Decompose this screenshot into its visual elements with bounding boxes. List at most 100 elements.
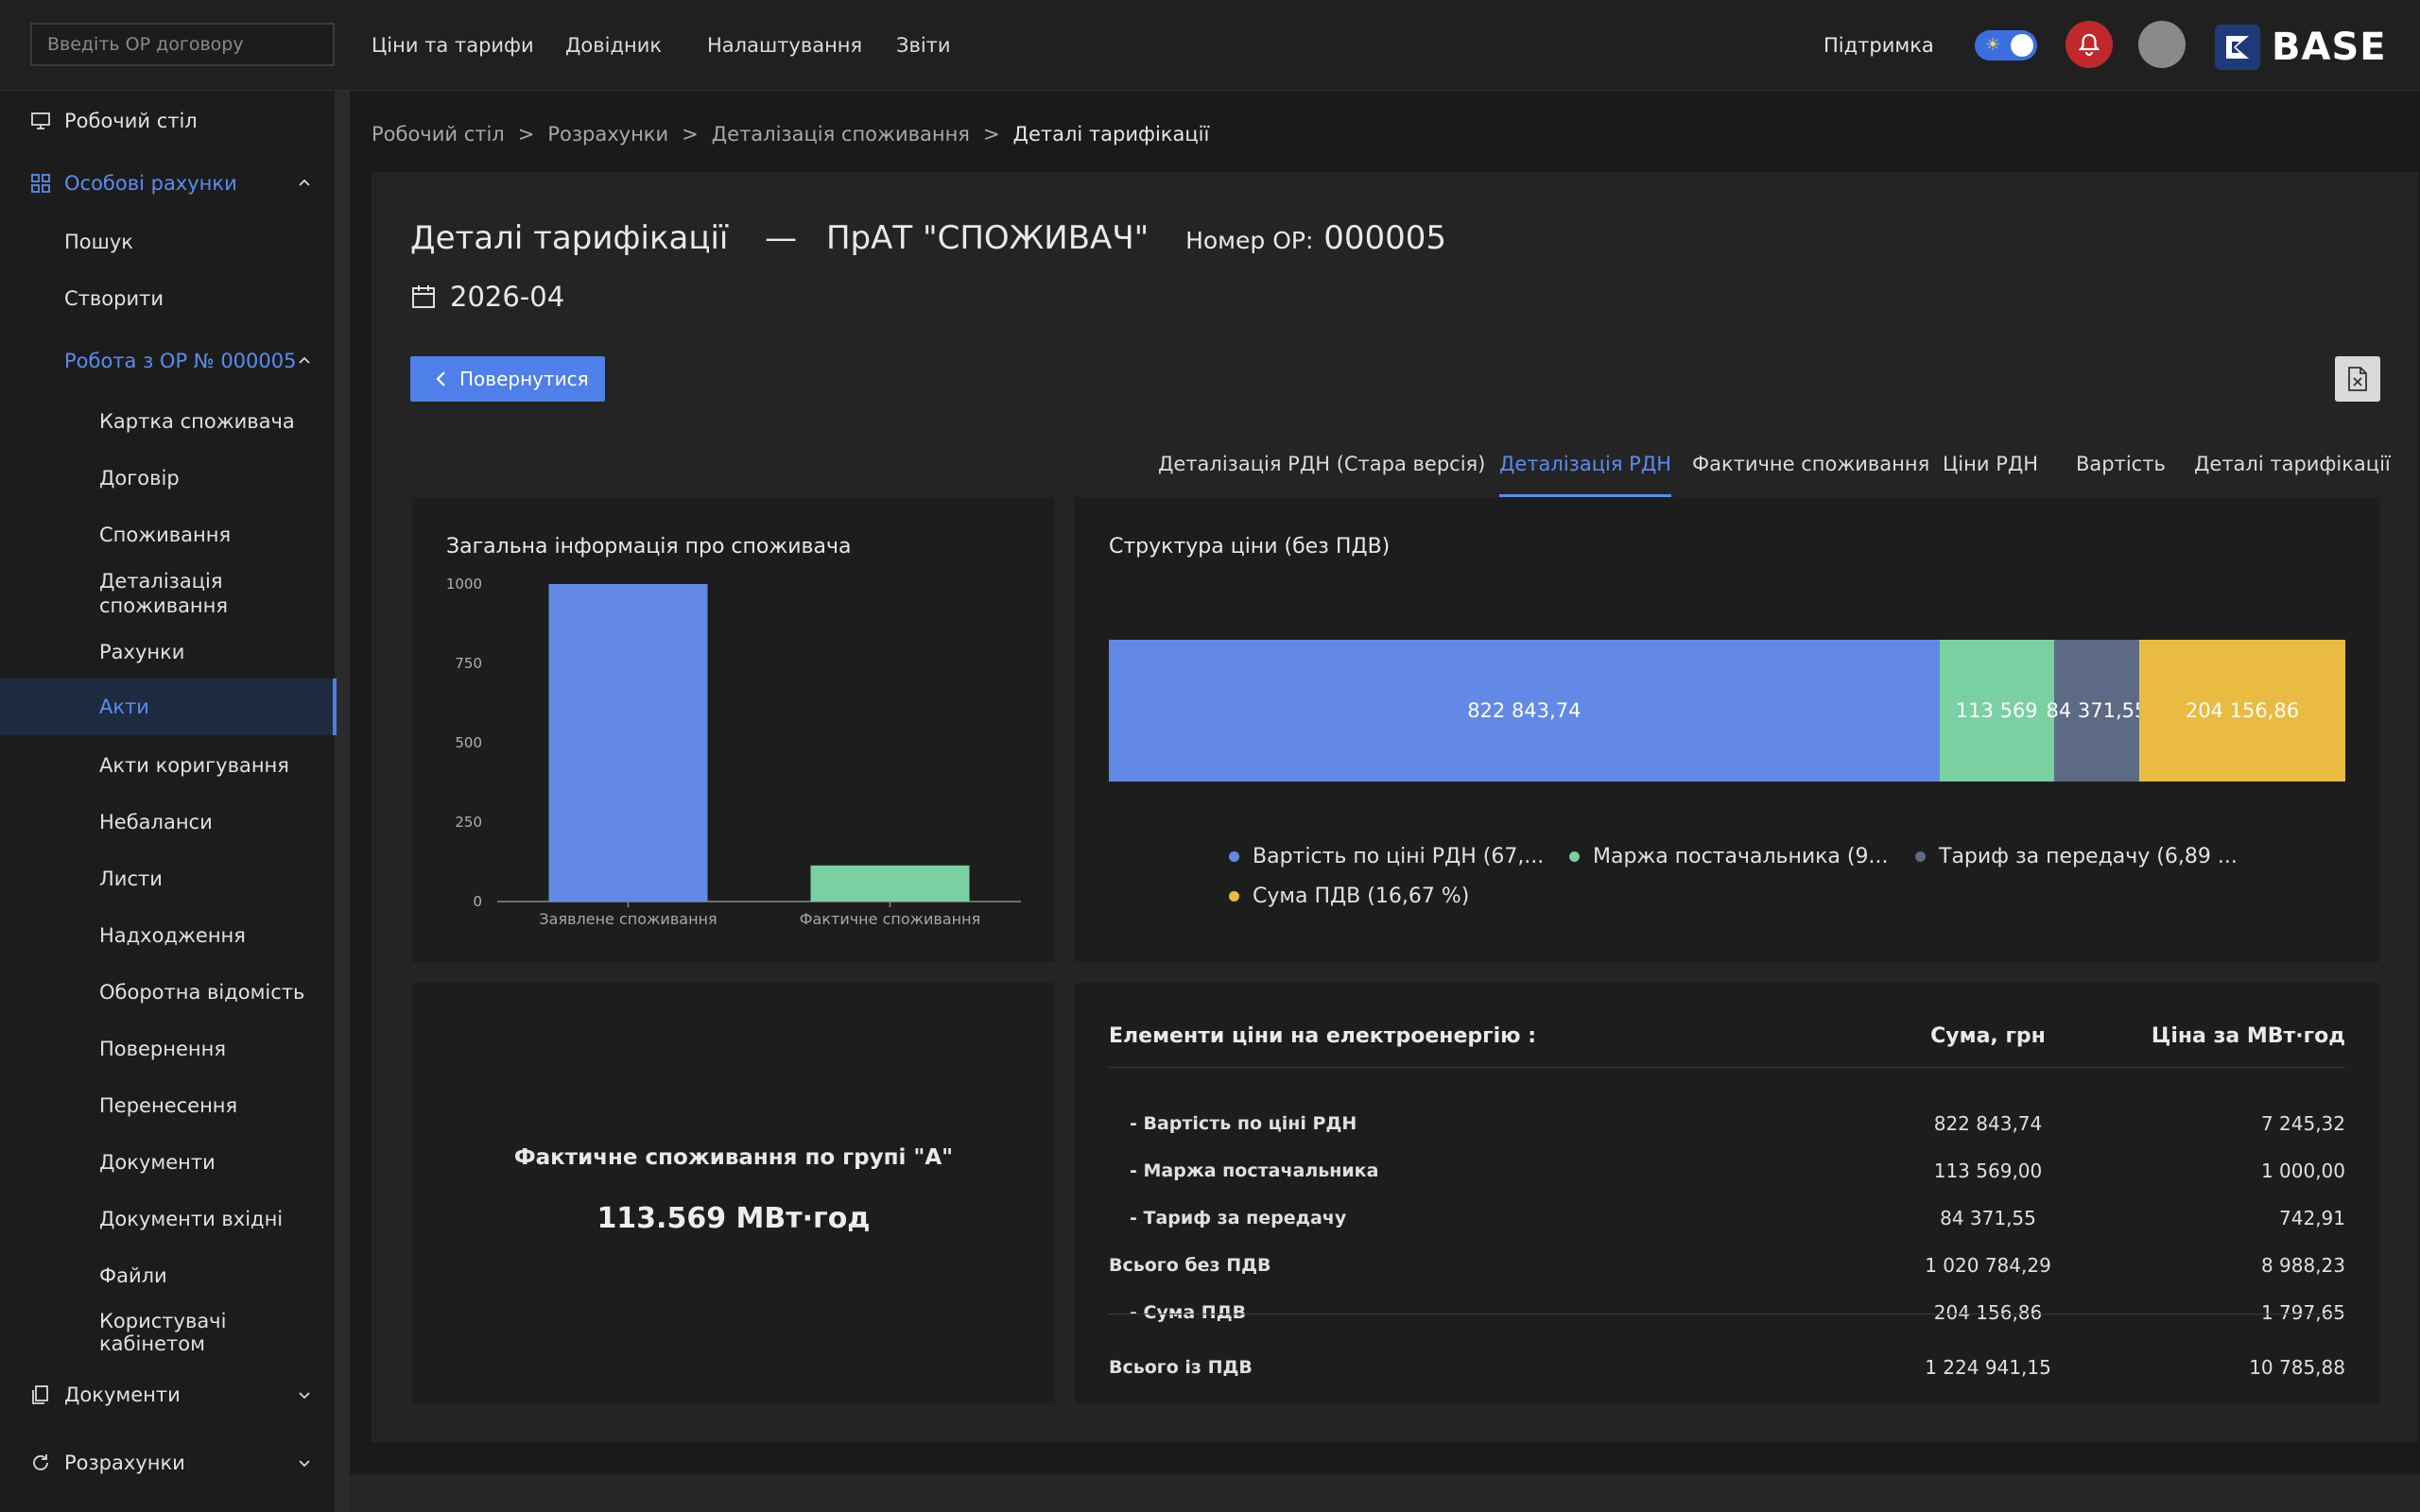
legend-item[interactable]: Тариф за передачу (6,89 ...: [1915, 843, 2238, 869]
avatar[interactable]: [2138, 21, 2186, 68]
company-name: ПрАТ "СПОЖИВАЧ": [825, 219, 1150, 257]
sidebar-item-transfers[interactable]: Перенесення: [0, 1087, 337, 1125]
notifications-button[interactable]: [2066, 21, 2113, 68]
legend-item[interactable]: Маржа постачальника (9...: [1569, 843, 1888, 869]
bell-icon: [2078, 33, 2100, 57]
header-elements: Елементи ціни на електроенергію :: [1109, 1024, 1536, 1048]
sidebar-item-consumption-detail[interactable]: Деталізація споживання: [0, 565, 337, 622]
support-link[interactable]: Підтримка: [1824, 0, 1934, 91]
group-a-consumption-title: Фактичне споживання по групі "А": [513, 1145, 954, 1170]
row-name: - Тариф за передачу: [1130, 1208, 1347, 1228]
sidebar-item-label: Пошук: [64, 231, 133, 253]
tab-rdn-detail[interactable]: Деталізація РДН: [1499, 444, 1672, 497]
sidebar-item-invoices[interactable]: Рахунки: [0, 633, 337, 671]
row-name: - Маржа постачальника: [1130, 1160, 1379, 1181]
nav-directory[interactable]: Довідник: [565, 0, 662, 91]
sidebar-item-refunds[interactable]: Повернення: [0, 1030, 337, 1068]
sidebar-item-letters[interactable]: Листи: [0, 860, 337, 898]
sidebar-item-documents[interactable]: Документи: [0, 1376, 337, 1414]
group-a-consumption-card: [412, 983, 1055, 1403]
sidebar-item-consumption[interactable]: Споживання: [0, 516, 337, 554]
tab-cost[interactable]: Вартість: [2076, 444, 2166, 497]
stack-segment[interactable]: 113 569: [1939, 640, 2054, 782]
sidebar-item-cabinet-users[interactable]: Користувачі кабінетом: [0, 1310, 337, 1355]
sidebar-item-label: Деталізація споживання: [99, 570, 229, 617]
account-number-label: Номер ОР:: [1185, 227, 1314, 254]
back-button[interactable]: Повернутися: [410, 356, 605, 402]
tab-rdn-prices[interactable]: Ціни РДН: [1943, 444, 2038, 497]
sidebar-item-label: Особові рахунки: [64, 172, 237, 195]
toggle-knob: [2011, 34, 2033, 57]
title-dash: —: [765, 219, 798, 257]
row-price: 1 000,00: [2260, 1160, 2345, 1182]
sidebar-item-documents-sub[interactable]: Документи: [0, 1143, 337, 1181]
nav-prices-tariffs[interactable]: Ціни та тарифи: [372, 0, 534, 91]
x-category-label: Фактичне споживання: [800, 910, 980, 928]
bar[interactable]: [548, 584, 708, 902]
sidebar-item-receipts[interactable]: Надходження: [0, 917, 337, 954]
consumer-info-bar-chart: 1000 750 500 250 0 Заявлене споживання Фактичн…: [446, 576, 1021, 928]
calendar-icon: [412, 285, 435, 308]
sidebar-item-label: Надходження: [99, 924, 246, 947]
sidebar-item-correction-acts[interactable]: Акти коригування: [0, 747, 337, 784]
header-price-per-mwh: Ціна за МВт·год: [2151, 1024, 2345, 1048]
y-tick-label: 250: [455, 814, 482, 831]
page-title: Деталі тарифікації — ПрАТ "СПОЖИВАЧ" Ном…: [410, 212, 1446, 265]
bar[interactable]: [810, 865, 970, 902]
sidebar-scrollbar[interactable]: [337, 91, 350, 1512]
period: 2026-04: [410, 276, 564, 318]
sidebar-item-create[interactable]: Створити: [0, 280, 337, 318]
sidebar-item-files[interactable]: Файли: [0, 1257, 337, 1295]
sidebar-item-personal-accounts[interactable]: Особові рахунки: [0, 164, 337, 202]
row-price: 1 797,65: [2260, 1301, 2345, 1324]
chevron-up-icon: [299, 356, 310, 364]
legend-item[interactable]: Сума ПДВ (16,67 %): [1229, 883, 1469, 909]
sidebar-item-calculations[interactable]: Розрахунки: [0, 1444, 337, 1482]
sidebar-item-label: Перенесення: [99, 1094, 238, 1117]
tab-rdn-detail-old[interactable]: Деталізація РДН (Стара версія): [1158, 444, 1485, 497]
sidebar-item-account-work[interactable]: Робота з ОР № 000005: [0, 342, 337, 380]
sidebar-item-desktop[interactable]: Робочий стіл: [0, 102, 337, 140]
row-price: 10 785,88: [2249, 1356, 2345, 1379]
stack-segment[interactable]: 84 371,55: [2046, 640, 2147, 782]
breadcrumb: Робочий стіл > Розрахунки > Деталізація спож…: [372, 123, 1210, 146]
chevron-up-icon: [299, 179, 310, 186]
monitor-icon: [31, 112, 50, 129]
sidebar-item-label: Розрахунки: [64, 1452, 185, 1474]
tab-actual-consumption[interactable]: Фактичне споживання: [1692, 444, 1929, 497]
sidebar-item-turnover-sheet[interactable]: Оборотна відомість: [0, 973, 337, 1011]
sidebar-item-label: Користувачі кабінетом: [99, 1310, 227, 1355]
sidebar-item-label: Листи: [99, 868, 163, 890]
legend-label: Маржа постачальника (9...: [1593, 844, 1889, 868]
sidebar-item-acts[interactable]: Акти: [0, 679, 337, 735]
row-name: Всього із ПДВ: [1109, 1357, 1253, 1378]
row-name: - Сума ПДВ: [1130, 1302, 1247, 1323]
breadcrumb-calculations[interactable]: Розрахунки: [547, 123, 668, 146]
sidebar-item-contract[interactable]: Договір: [0, 459, 337, 497]
theme-toggle[interactable]: ☀: [1975, 30, 2037, 60]
tab-tariff-details[interactable]: Деталі тарифікації: [2194, 444, 2391, 497]
breadcrumb-desktop[interactable]: Робочий стіл: [372, 123, 505, 146]
sidebar-item-imbalances[interactable]: Небаланси: [0, 803, 337, 841]
nav-reports[interactable]: Звіти: [896, 0, 951, 91]
price-structure-title: Структура ціни (без ПДВ): [1109, 535, 1391, 558]
sidebar-item-search[interactable]: Пошук: [0, 223, 337, 261]
stack-segment[interactable]: 204 156,86: [2138, 640, 2345, 782]
sidebar-item-label: Документи: [99, 1151, 216, 1174]
y-tick-label: 1000: [446, 576, 482, 593]
sun-icon: ☀: [1985, 35, 2001, 55]
search-input[interactable]: Введіть ОР договору: [30, 23, 335, 66]
export-excel-button[interactable]: [2335, 356, 2380, 402]
table-row: - Маржа постачальника 113 569,00 1 000,00: [1109, 1147, 2345, 1194]
account-number: 000005: [1323, 219, 1447, 257]
sidebar-item-label: Рахунки: [99, 641, 185, 663]
legend-label: Вартість по ціні РДН (67,...: [1253, 844, 1545, 868]
sidebar-item-consumer-card[interactable]: Картка споживача: [0, 403, 337, 440]
grid-icon: [31, 174, 50, 193]
legend-item[interactable]: Вартість по ціні РДН (67,...: [1229, 843, 1544, 869]
breadcrumb-consumption-detail[interactable]: Деталізація споживання: [712, 123, 970, 146]
stack-segment[interactable]: 822 843,74: [1109, 640, 1940, 782]
sidebar-item-incoming-documents[interactable]: Документи вхідні: [0, 1200, 337, 1238]
nav-settings[interactable]: Налаштування: [707, 0, 862, 91]
sidebar-item-label: Договір: [99, 467, 180, 490]
